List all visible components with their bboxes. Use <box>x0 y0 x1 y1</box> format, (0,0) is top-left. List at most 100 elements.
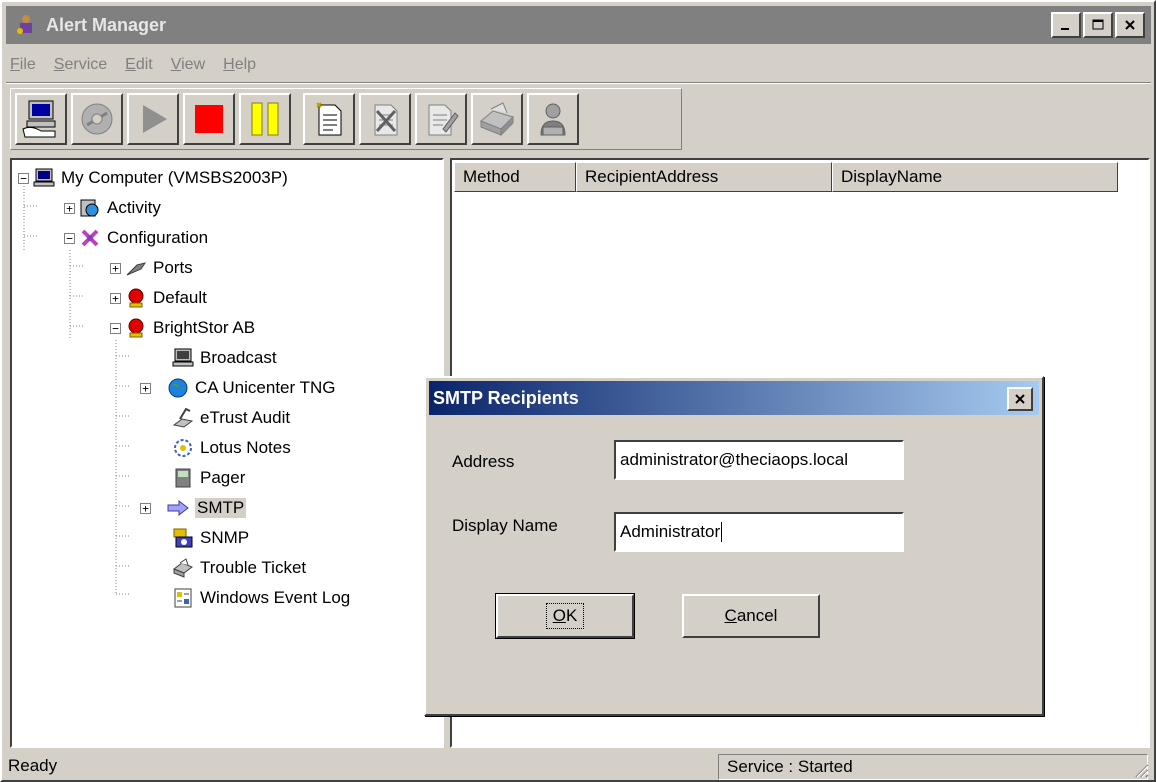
tree-item-broadcast[interactable]: Broadcast <box>172 344 277 372</box>
title-bar[interactable]: Alert Manager <box>6 6 1151 44</box>
tree-label: CA Unicenter TNG <box>195 378 336 397</box>
start-button[interactable] <box>127 93 179 145</box>
status-text: Ready <box>8 756 58 775</box>
menu-service[interactable]: Service <box>54 56 107 74</box>
close-icon <box>1015 394 1025 404</box>
tree-item-brightstor[interactable]: − BrightStor AB <box>110 314 255 342</box>
close-button[interactable] <box>1115 12 1145 38</box>
dialog-title: SMTP Recipients <box>433 387 579 408</box>
globe-icon <box>168 378 188 398</box>
tree-label: Configuration <box>107 228 209 247</box>
collapse-toggle[interactable]: − <box>18 172 29 184</box>
display-name-field[interactable]: Administrator <box>614 512 904 552</box>
pause-icon <box>251 102 279 136</box>
lotus-notes-icon <box>174 439 192 457</box>
expand-toggle[interactable]: + <box>140 382 151 394</box>
address-field[interactable]: administrator@theciaops.local <box>614 440 904 480</box>
delete-button[interactable] <box>359 93 411 145</box>
printer-icon <box>480 102 514 137</box>
audit-icon <box>172 407 194 428</box>
connect-computer-button[interactable] <box>15 93 67 145</box>
pager-icon <box>175 468 191 488</box>
tree-label: BrightStor AB <box>153 318 256 337</box>
new-document-icon <box>316 102 342 136</box>
tree-item-snmp[interactable]: SNMP <box>172 524 249 552</box>
menu-view[interactable]: View <box>171 56 205 74</box>
dialog-title-bar[interactable]: SMTP Recipients <box>429 381 1039 415</box>
tree-label: SNMP <box>200 528 250 547</box>
alarm-icon <box>128 288 144 308</box>
window-title: Alert Manager <box>46 14 167 35</box>
toolbar <box>10 88 682 150</box>
configuration-icon <box>81 229 99 247</box>
pause-button[interactable] <box>239 93 291 145</box>
address-label: Address <box>452 452 515 471</box>
service-status: Service : Started <box>718 754 1148 780</box>
column-recipient-address[interactable]: RecipientAddress <box>576 162 832 192</box>
print-button[interactable] <box>471 93 523 145</box>
computer-icon <box>33 168 55 187</box>
user-button[interactable] <box>527 93 579 145</box>
user-icon <box>540 103 566 136</box>
delete-document-icon <box>374 104 398 136</box>
stop-button[interactable] <box>183 93 235 145</box>
ports-icon <box>126 262 147 276</box>
collapse-toggle[interactable]: − <box>64 232 75 244</box>
play-icon <box>143 105 167 133</box>
disabled-service-button[interactable] <box>71 93 123 145</box>
cancel-button[interactable]: Cancel <box>682 594 820 638</box>
tree-label: SMTP <box>195 498 247 518</box>
new-button[interactable] <box>303 93 355 145</box>
tree-label: Broadcast <box>200 348 277 367</box>
tree-item-trouble-ticket[interactable]: Trouble Ticket <box>172 554 306 582</box>
expand-toggle[interactable]: + <box>140 502 151 514</box>
printer-icon <box>172 558 194 578</box>
resize-grip-icon[interactable] <box>1131 760 1149 778</box>
edit-document-icon <box>428 104 459 136</box>
text-caret <box>721 522 723 542</box>
snmp-icon <box>173 528 193 548</box>
ok-button[interactable]: OK <box>495 593 635 639</box>
tree-pane[interactable]: − My Computer (VMSBS2003P) + Activity − … <box>10 158 444 748</box>
tree-item-pager[interactable]: Pager <box>172 464 245 492</box>
status-bar: Ready Service : Started <box>6 754 1151 780</box>
column-display-name[interactable]: DisplayName <box>832 162 1118 192</box>
tree-item-lotus[interactable]: Lotus Notes <box>172 434 291 462</box>
tree-item-my-computer[interactable]: − My Computer (VMSBS2003P) <box>18 164 288 192</box>
tree-item-configuration[interactable]: − Configuration <box>64 224 208 252</box>
tree-item-default[interactable]: + Default <box>110 284 207 312</box>
tree-label: eTrust Audit <box>200 408 291 427</box>
computer-hand-icon <box>22 100 56 138</box>
minimize-icon <box>1061 28 1069 30</box>
alarm-icon <box>128 318 144 338</box>
tree-label: My Computer (VMSBS2003P) <box>61 168 288 187</box>
tree-item-activity[interactable]: + Activity <box>64 194 161 222</box>
expand-toggle[interactable]: + <box>110 262 121 274</box>
menu-file[interactable]: File <box>10 56 36 74</box>
maximize-button[interactable] <box>1083 12 1113 38</box>
minimize-button[interactable] <box>1051 12 1081 38</box>
tree-label: Activity <box>107 198 161 217</box>
dialog-close-button[interactable] <box>1007 387 1033 411</box>
stop-icon <box>195 105 223 133</box>
collapse-toggle[interactable]: − <box>110 322 121 334</box>
properties-button[interactable] <box>415 93 467 145</box>
expand-toggle[interactable]: + <box>110 292 121 304</box>
toolbar-separator <box>6 82 1151 84</box>
tree-item-event-log[interactable]: Windows Event Log <box>172 584 350 612</box>
tree-label: Windows Event Log <box>200 588 351 607</box>
tree-item-etrust[interactable]: eTrust Audit <box>172 404 290 432</box>
maximize-icon <box>1092 19 1104 30</box>
tree-item-smtp[interactable]: + SMTP <box>140 494 247 522</box>
column-method[interactable]: Method <box>454 162 576 192</box>
tree-item-unicenter[interactable]: + CA Unicenter TNG <box>140 374 335 402</box>
computer-icon <box>172 348 194 367</box>
tree-label: Ports <box>153 258 193 277</box>
close-icon <box>1125 20 1135 30</box>
menu-help[interactable]: Help <box>223 56 256 74</box>
expand-toggle[interactable]: + <box>64 202 75 214</box>
tree-item-ports[interactable]: + Ports <box>110 254 193 282</box>
tree-label: Default <box>153 288 207 307</box>
tree-label: Trouble Ticket <box>200 558 307 577</box>
menu-edit[interactable]: Edit <box>125 56 153 74</box>
